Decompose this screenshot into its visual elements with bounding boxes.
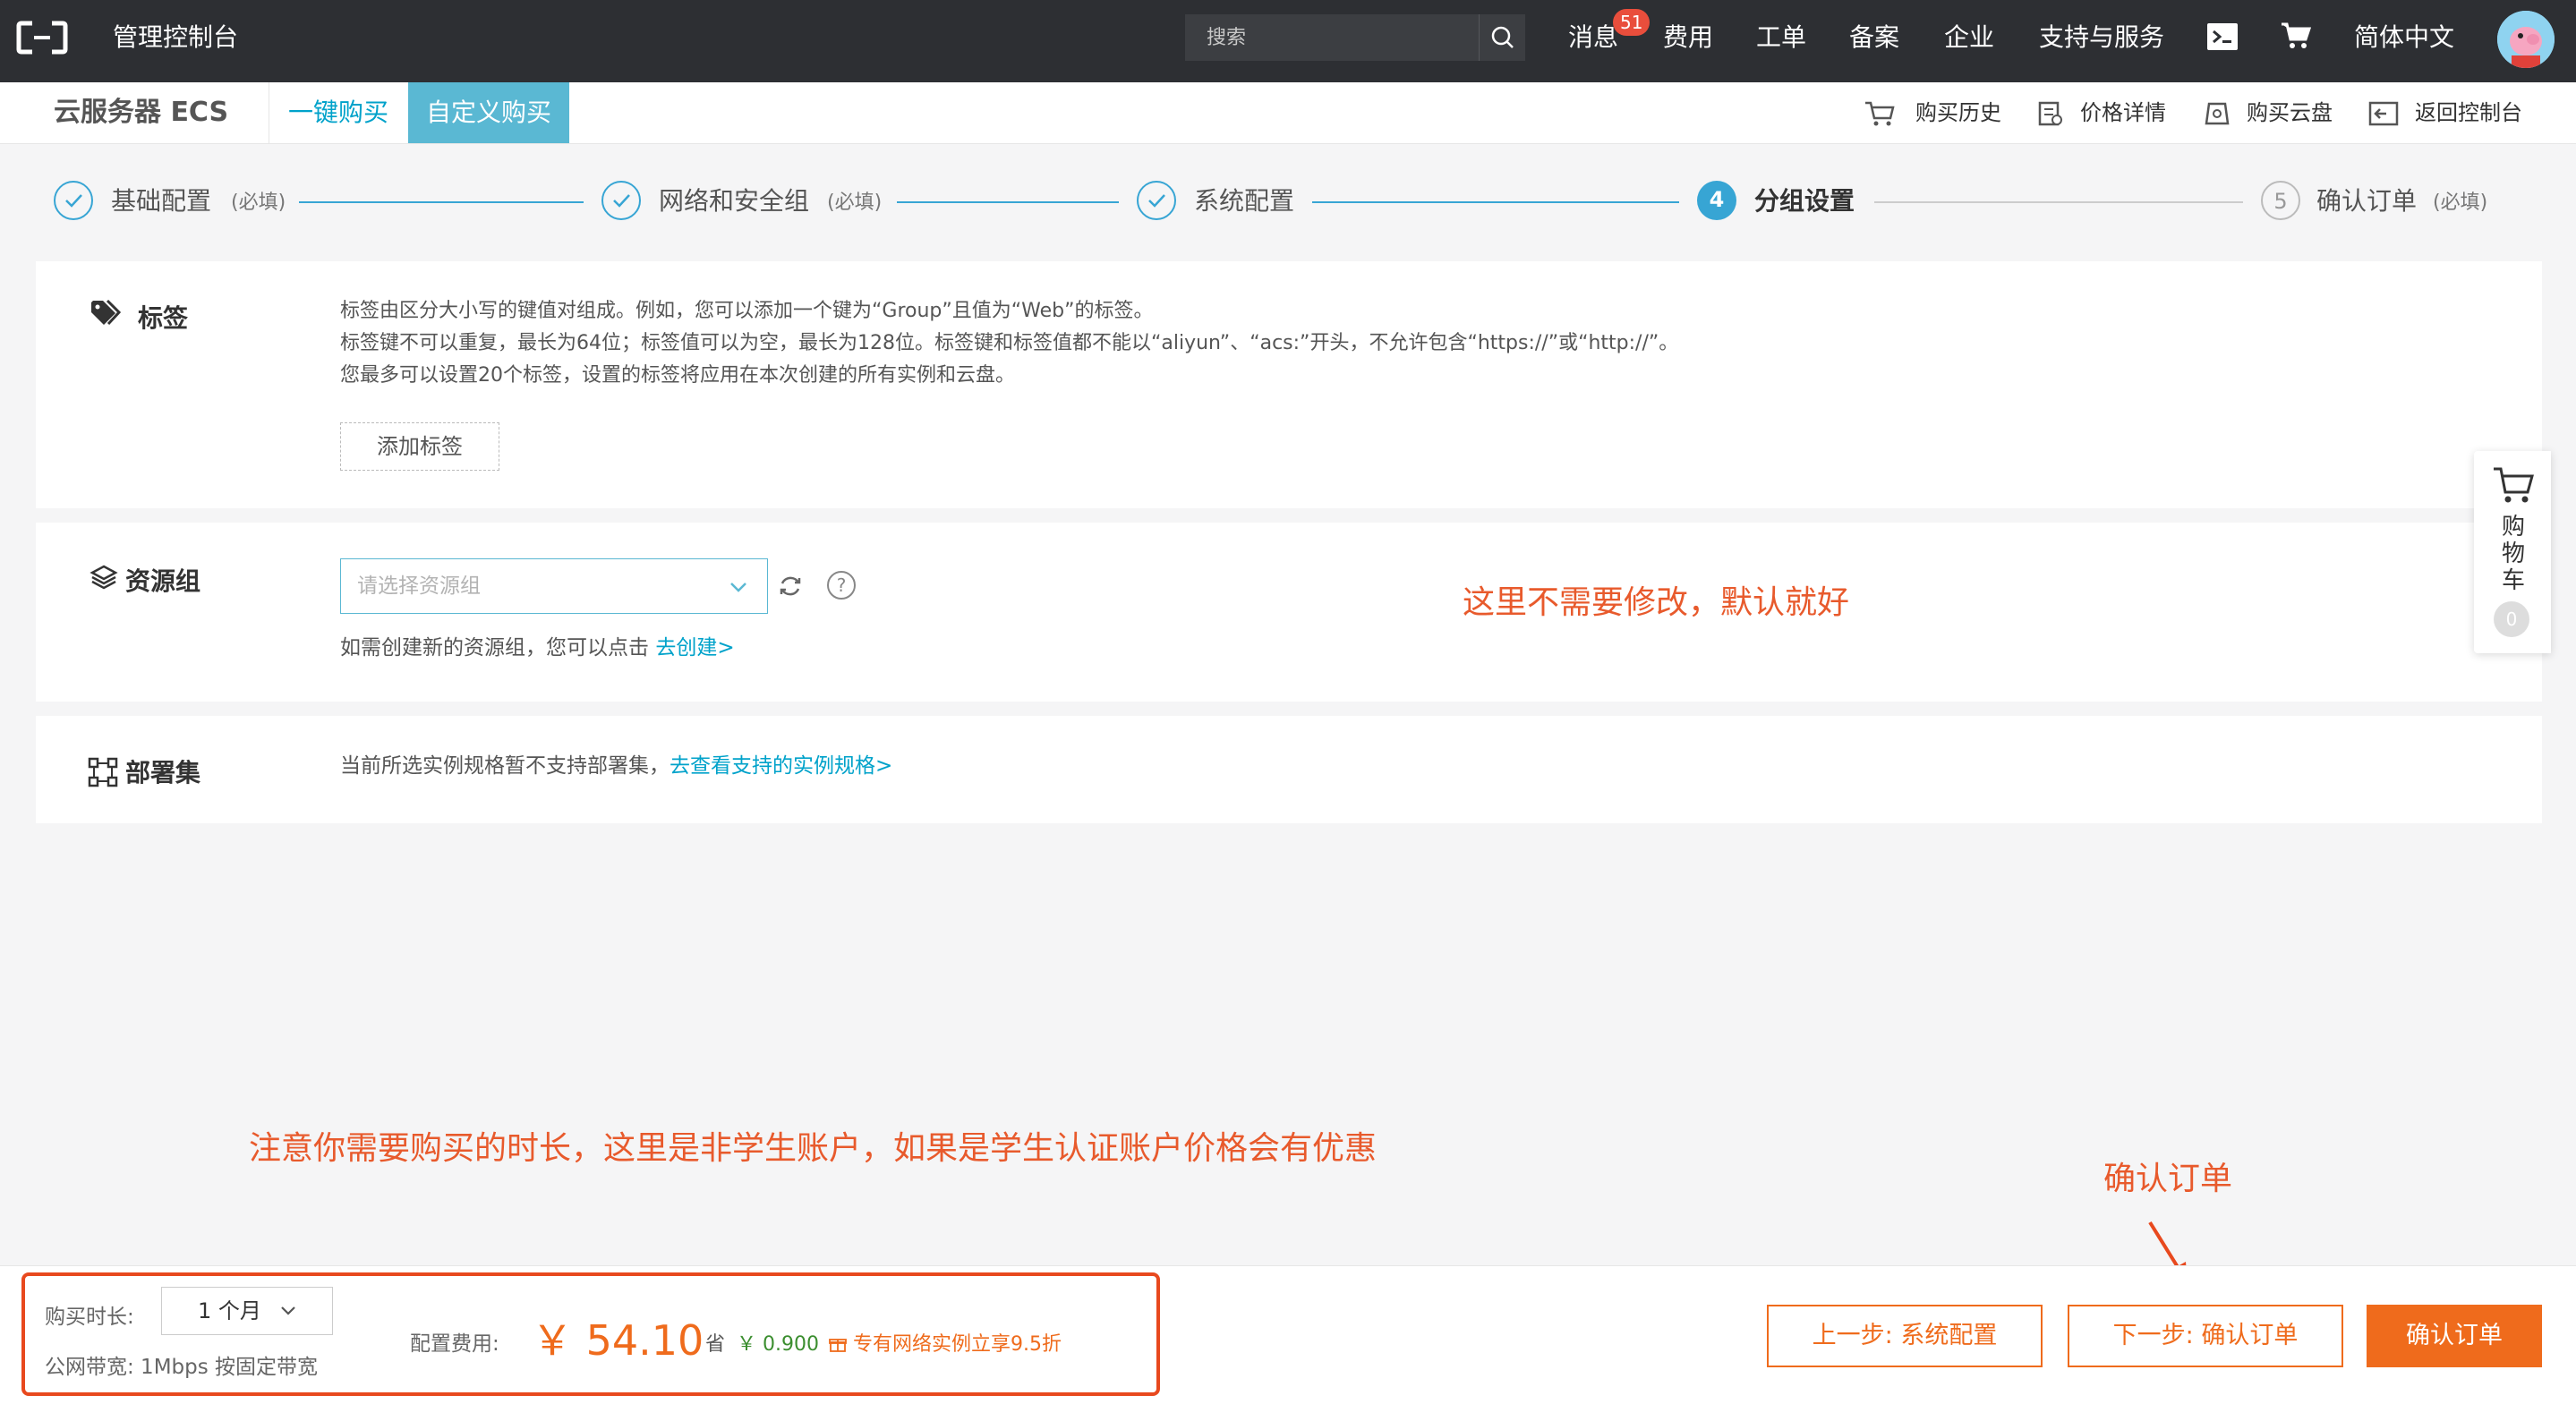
language-switch[interactable]: 简体中文 [2354,0,2454,75]
cart-count-badge: 0 [2494,601,2529,637]
return-console-icon [2368,101,2399,126]
shopping-cart-widget[interactable]: 购物车 0 [2474,451,2551,653]
tag-icon [91,299,122,326]
link-purchase-history[interactable]: 购买历史 [1915,82,2001,143]
step-4-number: 4 [1697,181,1736,220]
link-price-details[interactable]: 价格详情 [2080,82,2166,143]
cart-icon[interactable] [2281,21,2311,50]
tab-quick-buy[interactable]: 一键购买 [288,82,388,143]
refresh-icon[interactable] [777,573,804,600]
check-icon [65,194,82,208]
svg-text:?: ? [837,574,847,596]
confirm-order-button[interactable]: 确认订单 [2367,1305,2542,1367]
product-subheader: 云服务器 ECS 一键购买 自定义购买 购买历史 价格详情 购买云盘 返回控制台 [0,82,2576,144]
resource-group-hint-text: 如需创建新的资源组，您可以点击 [340,636,649,659]
top-navigation-bar: 管理控制台 消息 51 费用 工单 备案 企业 支持与服务 简体中文 [0,0,2576,82]
terminal-icon[interactable] [2207,23,2238,50]
tags-desc-line-1: 标签由区分大小写的键值对组成。例如，您可以添加一个键为“Group”且值为“We… [340,300,1154,322]
resource-group-hint: 如需创建新的资源组，您可以点击 去创建> [340,632,735,664]
tab-custom-buy[interactable]: 自定义购买 [408,82,569,143]
step-2-check-icon[interactable] [601,181,641,220]
resource-group-title: 资源组 [125,566,201,596]
resource-group-select[interactable]: 请选择资源组 [340,558,768,614]
aliyun-logo-icon[interactable] [16,20,68,55]
add-tag-button[interactable]: 添加标签 [340,422,499,471]
step-3-label[interactable]: 系统配置 [1194,184,1294,218]
layers-icon [90,565,118,590]
search-button[interactable] [1479,14,1525,61]
purchase-history-icon [1865,101,1895,126]
chevron-down-icon [730,583,746,592]
annotation-highlight-frame [21,1272,1160,1396]
step-5-label: 确认订单 [2316,186,2418,216]
deployment-set-title: 部署集 [125,758,201,787]
buy-disk-icon [2205,102,2230,125]
step-connector [897,201,1119,203]
search-input[interactable] [1185,14,1471,61]
step-2-required: (必填) [827,191,883,214]
step-connector [1312,201,1679,203]
nav-enterprise[interactable]: 企业 [1944,0,1994,75]
avatar[interactable] [2497,11,2555,68]
help-icon[interactable]: ? [825,569,857,601]
annotation-confirm-order: 确认订单 [2103,1161,2233,1197]
cart-label: 购物车 [2501,514,2525,594]
deployment-set-panel: 部署集 当前所选实例规格暂不支持部署集，去查看支持的实例规格> [36,716,2542,823]
search-icon [1491,26,1514,48]
check-icon [613,194,630,208]
deployment-set-icon [88,757,118,787]
link-return-console[interactable]: 返回控制台 [2415,82,2522,143]
annotation-no-change: 这里不需要修改，默认就好 [1463,584,1850,621]
nav-tickets[interactable]: 工单 [1756,0,1806,75]
step-5-number: 5 [2261,181,2300,220]
cart-icon [2494,467,2534,503]
link-buy-disk[interactable]: 购买云盘 [2247,82,2333,143]
tags-desc-line-3: 您最多可以设置20个标签，设置的标签将应用在本次创建的所有实例和云盘。 [340,364,1015,387]
create-resource-group-link[interactable]: 去创建> [655,636,734,659]
annotation-duration-note: 注意你需要购买的时长，这里是非学生账户，如果是学生认证账户价格会有优惠 [249,1130,1378,1167]
step-5-required: (必填) [2433,191,2488,214]
nav-support[interactable]: 支持与服务 [2039,0,2164,75]
product-title: 云服务器 ECS [54,97,229,128]
step-3-check-icon[interactable] [1137,181,1176,220]
prev-step-button[interactable]: 上一步: 系统配置 [1767,1305,2043,1367]
next-step-button[interactable]: 下一步: 确认订单 [2068,1305,2343,1367]
deployment-set-text: 当前所选实例规格暂不支持部署集， [340,754,670,778]
step-connector [299,201,584,203]
step-2-label[interactable]: 网络和安全组 [659,184,809,218]
tags-title: 标签 [138,303,189,333]
check-icon [1148,194,1165,208]
step-1-label[interactable]: 基础配置 [111,184,211,218]
console-title-link[interactable]: 管理控制台 [113,0,238,75]
tags-panel: 标签 标签由区分大小写的键值对组成。例如，您可以添加一个键为“Group”且值为… [36,261,2542,508]
step-1-check-icon[interactable] [54,181,93,220]
search-box [1185,14,1525,61]
step-4-label: 分组设置 [1754,186,1855,216]
price-details-icon [2038,101,2062,126]
resource-group-placeholder: 请选择资源组 [357,574,481,598]
deployment-set-desc: 当前所选实例规格暂不支持部署集，去查看支持的实例规格> [340,750,892,782]
nav-fees[interactable]: 费用 [1663,0,1713,75]
step-connector [1874,201,2243,203]
messages-count-badge: 51 [1613,9,1651,36]
tags-desc-line-2: 标签键不可以重复，最长为64位；标签值可以为空，最长为128位。标签键和标签值都… [340,332,1679,354]
step-1-required: (必填) [231,191,286,214]
nav-messages[interactable]: 消息 [1568,0,1618,75]
nav-icp[interactable]: 备案 [1849,0,1899,75]
view-instance-types-link[interactable]: 去查看支持的实例规格> [670,754,892,778]
avatar-image-icon [2497,11,2555,68]
